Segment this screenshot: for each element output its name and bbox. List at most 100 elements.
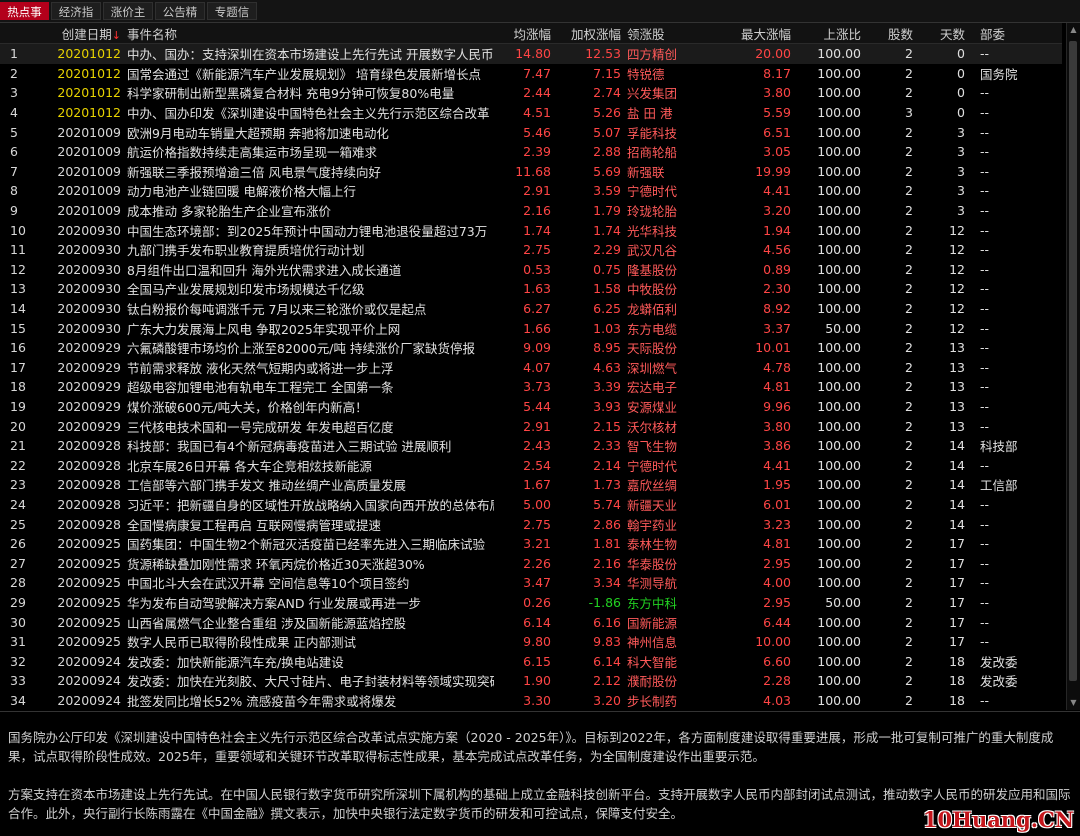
cell-days: 14 <box>949 457 965 473</box>
table-row[interactable]: 9 20201009 成本推动 多家轮胎生产企业宣布涨价 2.16 1.79 玲珑轮胎 3.… <box>0 201 1062 221</box>
cell-date: 20201009 <box>57 124 121 140</box>
table-row[interactable]: 1 20201012 中办、国办：支持深圳在资本市场建设上先行先试 开展数字人民币 1… <box>0 43 1062 64</box>
tab-announcements[interactable]: 公告精选 <box>155 2 205 37</box>
cell-event-name: 中国北斗大会在武汉开幕 空间信息等10个项目签约 <box>127 576 410 592</box>
cell-up-ratio: 50.00 <box>825 320 861 336</box>
cell-days: 12 <box>949 301 965 317</box>
cell-up-ratio: 100.00 <box>817 261 861 277</box>
col-header-avg-change[interactable]: 均涨幅 <box>494 23 554 44</box>
col-header-event[interactable]: 事件名称 <box>124 23 494 44</box>
cell-max-change: 3.20 <box>763 203 791 219</box>
table-header-row: 创建日期↓ 事件名称 均涨幅 加权涨幅 领涨股 最大涨幅 上涨比 股数 天数 部… <box>0 23 1062 44</box>
table-row[interactable]: 14 20200930 钛白粉报价每吨调涨千元 7月以来三轮涨价或仅是起点 6.27 6… <box>0 299 1062 319</box>
table-row[interactable]: 12 20200930 8月组件出口温和回升 海外光伏需求进入成长通道 0.53 0.7… <box>0 260 1062 280</box>
cell-date: 20201009 <box>57 163 121 179</box>
table-row[interactable]: 16 20200929 六氟磷酸锂市场均价上涨至82000元/吨 持续涨价厂家缺货停… <box>0 338 1062 358</box>
cell-days: 3 <box>957 144 965 160</box>
tab-price-rise-themes[interactable]: 涨价主题 <box>103 2 153 37</box>
table-row[interactable]: 21 20200928 科技部：我国已有4个新冠病毒疫苗进入三期试验 进展顺利 2.4… <box>0 436 1062 456</box>
cell-weighted-change: 6.16 <box>593 614 621 630</box>
col-header-stock-count[interactable]: 股数 <box>864 23 916 44</box>
table-row[interactable]: 19 20200929 煤价涨破600元/吨大关，价格创年内新高！ 5.44 3.93 安… <box>0 397 1062 417</box>
tab-economic-indicators[interactable]: 经济指标 <box>51 2 101 37</box>
table-row[interactable]: 2 20201012 国常会通过《新能源汽车产业发展规划》 培育绿色发展新增长点 7.… <box>0 64 1062 84</box>
cell-days: 14 <box>949 438 965 454</box>
cell-stock-count: 2 <box>905 124 913 140</box>
table-row[interactable]: 22 20200928 北京车展26日开幕 各大车企竞相炫技新能源 2.54 2.14 宁… <box>0 455 1062 475</box>
table-row[interactable]: 3 20201012 科学家研制出新型黑磷复合材料 充电9分钟可恢复80%电量 2.4… <box>0 83 1062 103</box>
cell-ministry: -- <box>980 261 990 277</box>
table-row[interactable]: 10 20200930 中国生态环境部：到2025年预计中国动力锂电池退役量超过73… <box>0 220 1062 240</box>
table-row[interactable]: 17 20200929 节前需求释放 液化天然气短期内或将进一步上浮 4.07 4.63… <box>0 358 1062 378</box>
table-row[interactable]: 31 20200925 数字人民币已取得阶段性成果 正内部测试 9.80 9.83 神州信… <box>0 632 1062 652</box>
cell-leading-stock: 泰林生物 <box>627 537 678 553</box>
table-row[interactable]: 20 20200929 三代核电技术国和一号完成研发 年发电超百亿度 2.91 2.15… <box>0 416 1062 436</box>
table-row[interactable]: 27 20200925 货源稀缺叠加刚性需求 环氧丙烷价格近30天涨超30% 2.26… <box>0 553 1062 573</box>
cell-weighted-change: 6.25 <box>593 301 621 317</box>
cell-max-change: 10.00 <box>755 634 791 650</box>
scrollbar-thumb[interactable] <box>1069 41 1077 681</box>
table-row[interactable]: 23 20200928 工信部等六部门携手发文 推动丝绸产业高质量发展 1.67 1.7… <box>0 475 1062 495</box>
tab-hot-events[interactable]: 热点事件 <box>0 2 49 37</box>
cell-stock-count: 2 <box>905 222 913 238</box>
table-row[interactable]: 33 20200924 发改委：加快在光刻胶、大尺寸硅片、电子封装材料等领域实现突破… <box>0 671 1062 691</box>
table-row[interactable]: 8 20201009 动力电池产业链回暖 电解液价格大幅上行 2.91 3.59 宁德时代… <box>0 181 1062 201</box>
cell-weighted-change: 12.53 <box>554 43 624 64</box>
cell-leading-stock: 国新能源 <box>627 615 678 631</box>
cell-date: 20200928 <box>57 477 121 493</box>
col-header-ministry[interactable]: 部委 <box>968 23 1062 44</box>
cell-up-ratio: 100.00 <box>817 281 861 297</box>
table-row[interactable]: 13 20200930 全国马产业发展规划印发市场规模达千亿级 1.63 1.58 中牧股… <box>0 279 1062 299</box>
cell-avg-change: 0.26 <box>523 594 551 610</box>
table-row[interactable]: 7 20201009 新强联三季报预增逾三倍 风电景气度持续向好 11.68 5.69 新… <box>0 162 1062 182</box>
table-row[interactable]: 34 20200924 批签发同比增长52% 流感疫苗今年需求或将爆发 3.30 3.2… <box>0 691 1062 710</box>
cell-stock-count: 2 <box>905 281 913 297</box>
table-row[interactable]: 28 20200925 中国北斗大会在武汉开幕 空间信息等10个项目签约 3.47 3.… <box>0 573 1062 593</box>
table-row[interactable]: 15 20200930 广东大力发展海上风电 争取2025年实现平价上网 1.66 1.… <box>0 318 1062 338</box>
cell-days: 3 <box>957 163 965 179</box>
table-row[interactable]: 26 20200925 国药集团：中国生物2个新冠灭活疫苗已经率先进入三期临床试验 3… <box>0 534 1062 554</box>
table-row[interactable]: 24 20200928 习近平：把新疆自身的区域性开放战略纳入国家向西开放的总体布局… <box>0 495 1062 515</box>
table-row[interactable]: 6 20201009 航运价格指数持续走高集运市场呈现一箱难求 2.39 2.88 招商轮… <box>0 142 1062 162</box>
cell-date: 20200925 <box>57 594 121 610</box>
table-row[interactable]: 29 20200925 华为发布自动驾驶解决方案AND 行业发展或再进一步 0.26 -… <box>0 593 1062 613</box>
col-header-weighted-change[interactable]: 加权涨幅 <box>554 23 624 44</box>
col-header-leading-stock[interactable]: 领涨股 <box>624 23 714 44</box>
cell-avg-change: 4.51 <box>523 105 551 121</box>
cell-days: 17 <box>949 575 965 591</box>
cell-index: 19 <box>10 398 26 414</box>
col-header-max-change[interactable]: 最大涨幅 <box>714 23 794 44</box>
cell-avg-change: 3.47 <box>523 575 551 591</box>
col-header-up-ratio[interactable]: 上涨比 <box>794 23 864 44</box>
cell-max-change: 4.81 <box>763 379 791 395</box>
table-row[interactable]: 5 20201009 欧洲9月电动车销量大超预期 奔驰将加速电动化 5.46 5.07 孚… <box>0 122 1062 142</box>
cell-leading-stock: 龙蟒佰利 <box>627 302 678 318</box>
col-header-days[interactable]: 天数 <box>916 23 968 44</box>
cell-index: 16 <box>10 340 26 356</box>
cell-stock-count: 2 <box>905 516 913 532</box>
tab-special-topics[interactable]: 专题信息 <box>207 2 257 37</box>
cell-stock-count: 2 <box>905 301 913 317</box>
vertical-scrollbar[interactable]: ▲ ▼ <box>1066 23 1080 710</box>
cell-avg-change: 1.67 <box>523 477 551 493</box>
scroll-down-icon[interactable]: ▼ <box>1067 696 1080 710</box>
cell-date: 20201012 <box>57 65 121 81</box>
table-row[interactable]: 11 20200930 九部门携手发布职业教育提质培优行动计划 2.75 2.29 武汉凡… <box>0 240 1062 260</box>
cell-avg-change: 2.75 <box>523 516 551 532</box>
cell-stock-count: 2 <box>905 634 913 650</box>
table-row[interactable]: 32 20200924 发改委：加快新能源汽车充/换电站建设 6.15 6.14 科大智能… <box>0 651 1062 671</box>
table-row[interactable]: 4 20201012 中办、国办印发《深圳建设中国特色社会主义先行示范区综合改革 4.… <box>0 103 1062 123</box>
cell-avg-change: 1.90 <box>523 673 551 689</box>
cell-avg-change: 9.80 <box>523 634 551 650</box>
cell-ministry: -- <box>980 575 990 591</box>
cell-index: 1 <box>0 43 44 64</box>
cell-event-name: 超级电容加锂电池有轨电车工程完工 全国第一条 <box>127 380 394 396</box>
table-row[interactable]: 30 20200925 山西省属燃气企业整合重组 涉及国新能源蓝焰控股 6.14 6.1… <box>0 612 1062 632</box>
cell-days: 17 <box>949 555 965 571</box>
cell-stock-count: 2 <box>905 85 913 101</box>
table-row[interactable]: 25 20200928 全国慢病康复工程再启 互联网慢病管理或提速 2.75 2.86 翰… <box>0 514 1062 534</box>
cell-days: 18 <box>949 673 965 689</box>
col-header-date[interactable]: 创建日期↓ <box>44 23 124 44</box>
table-row[interactable]: 18 20200929 超级电容加锂电池有轨电车工程完工 全国第一条 3.73 3.39… <box>0 377 1062 397</box>
scroll-up-icon[interactable]: ▲ <box>1067 23 1080 37</box>
